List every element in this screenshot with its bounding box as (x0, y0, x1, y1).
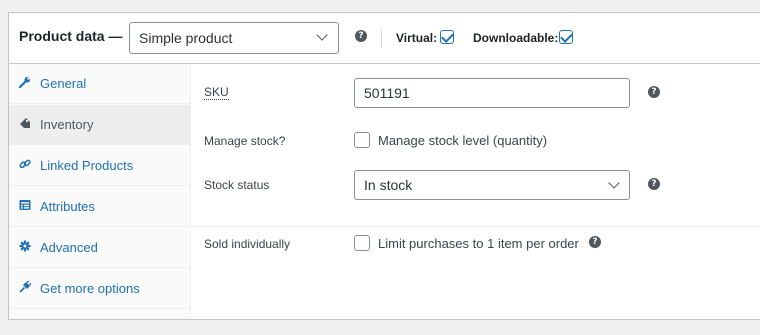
sold-individually-checkbox[interactable] (354, 235, 370, 251)
product-data-header: Product data — Simple product ? Virtual:… (9, 13, 760, 64)
help-icon[interactable]: ? (648, 178, 660, 190)
manage-stock-checkbox[interactable] (354, 132, 370, 148)
tab-inventory-label: Inventory (40, 117, 94, 132)
manage-stock-text: Manage stock level (quantity) (378, 133, 548, 148)
tab-general-label: General (40, 76, 87, 91)
tab-get-more-options[interactable]: Get more options (9, 269, 190, 309)
tab-attributes-label: Attributes (40, 199, 95, 214)
chevron-down-icon (608, 177, 620, 189)
sku-value: 501191 (364, 85, 410, 101)
tag-icon (20, 118, 30, 128)
inventory-panel: SKU 501191 ? Manage stock? Manage stock … (191, 64, 760, 319)
sku-input[interactable]: 501191 (354, 78, 630, 108)
checkmark-icon (560, 30, 573, 43)
tab-linked-products-label: Linked Products (40, 158, 134, 173)
chevron-down-icon (316, 29, 328, 41)
gear-icon (19, 240, 31, 252)
virtual-label: Virtual: (396, 31, 438, 45)
tab-advanced-label: Advanced (40, 240, 98, 255)
product-type-value: Simple product (139, 30, 233, 46)
tab-inventory[interactable]: Inventory (9, 105, 190, 145)
wrench-icon (19, 76, 31, 88)
link-icon (19, 159, 31, 169)
product-data-title: Product data — (19, 28, 123, 44)
section-divider (191, 226, 760, 227)
plugin-icon (19, 281, 31, 293)
tab-advanced[interactable]: Advanced (9, 228, 190, 268)
sold-individually-label: Sold individually (204, 237, 291, 251)
header-divider (381, 29, 382, 48)
stock-status-label: Stock status (204, 178, 270, 192)
help-icon[interactable]: ? (589, 236, 601, 248)
help-icon[interactable]: ? (355, 30, 367, 42)
product-type-select[interactable]: Simple product (129, 22, 339, 54)
tab-get-more-options-label: Get more options (40, 281, 140, 296)
sku-label: SKU (204, 85, 229, 100)
table-icon (19, 200, 31, 210)
tab-attributes[interactable]: Attributes (9, 187, 190, 227)
tab-linked-products[interactable]: Linked Products (9, 146, 190, 186)
product-data-tabs: General Inventory Linked Products Attrib… (9, 64, 191, 319)
checkmark-icon (441, 30, 454, 43)
virtual-checkbox[interactable] (440, 30, 454, 44)
stock-status-value: In stock (364, 177, 413, 193)
manage-stock-label: Manage stock? (204, 134, 286, 148)
tab-general[interactable]: General (9, 64, 190, 104)
sold-individually-text: Limit purchases to 1 item per order (378, 236, 579, 251)
product-data-panel: Product data — Simple product ? Virtual:… (8, 12, 760, 320)
stock-status-select[interactable]: In stock (354, 170, 630, 200)
downloadable-checkbox[interactable] (559, 30, 573, 44)
help-icon[interactable]: ? (648, 86, 660, 98)
downloadable-label: Downloadable: (473, 31, 559, 45)
